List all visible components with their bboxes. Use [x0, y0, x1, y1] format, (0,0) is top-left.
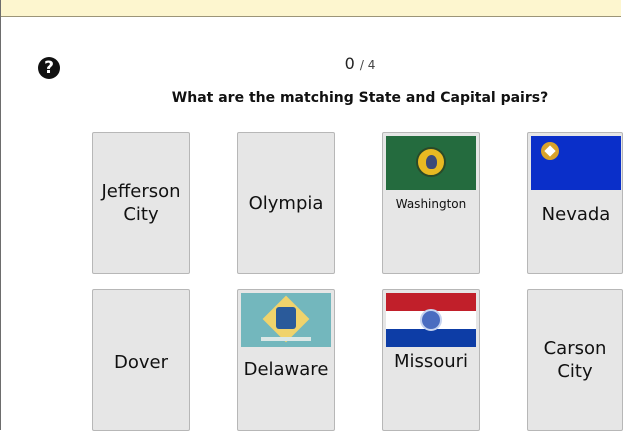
- card-label: Delaware: [243, 359, 329, 380]
- card-label: Washington: [395, 197, 467, 211]
- left-border: [0, 0, 1, 430]
- card-delaware[interactable]: Delaware: [237, 289, 335, 431]
- score-counter: 0 / 4: [300, 54, 420, 73]
- card-nevada[interactable]: Nevada: [527, 132, 623, 274]
- delaware-flag-icon: [241, 293, 331, 347]
- nevada-flag-icon: [531, 136, 621, 190]
- card-jefferson-city[interactable]: Jefferson City: [92, 132, 190, 274]
- help-icon[interactable]: ?: [38, 57, 60, 79]
- card-missouri[interactable]: Missouri: [382, 289, 480, 431]
- card-label: Nevada: [541, 204, 611, 225]
- score-value: 0: [344, 54, 355, 73]
- washington-flag-icon: [386, 136, 476, 190]
- card-label: Olympia: [248, 192, 324, 214]
- card-label: Missouri: [393, 351, 469, 372]
- card-carson-city[interactable]: Carson City: [527, 289, 623, 431]
- card-washington[interactable]: Washington: [382, 132, 480, 274]
- question-text: What are the matching State and Capital …: [171, 90, 549, 106]
- card-label: Carson City: [543, 338, 607, 382]
- card-olympia[interactable]: Olympia: [237, 132, 335, 274]
- top-banner: [0, 0, 621, 17]
- card-label: Jefferson City: [101, 181, 181, 225]
- score-total: / 4: [359, 58, 376, 72]
- missouri-flag-icon: [386, 293, 476, 347]
- card-label: Dover: [114, 351, 168, 373]
- card-dover[interactable]: Dover: [92, 289, 190, 431]
